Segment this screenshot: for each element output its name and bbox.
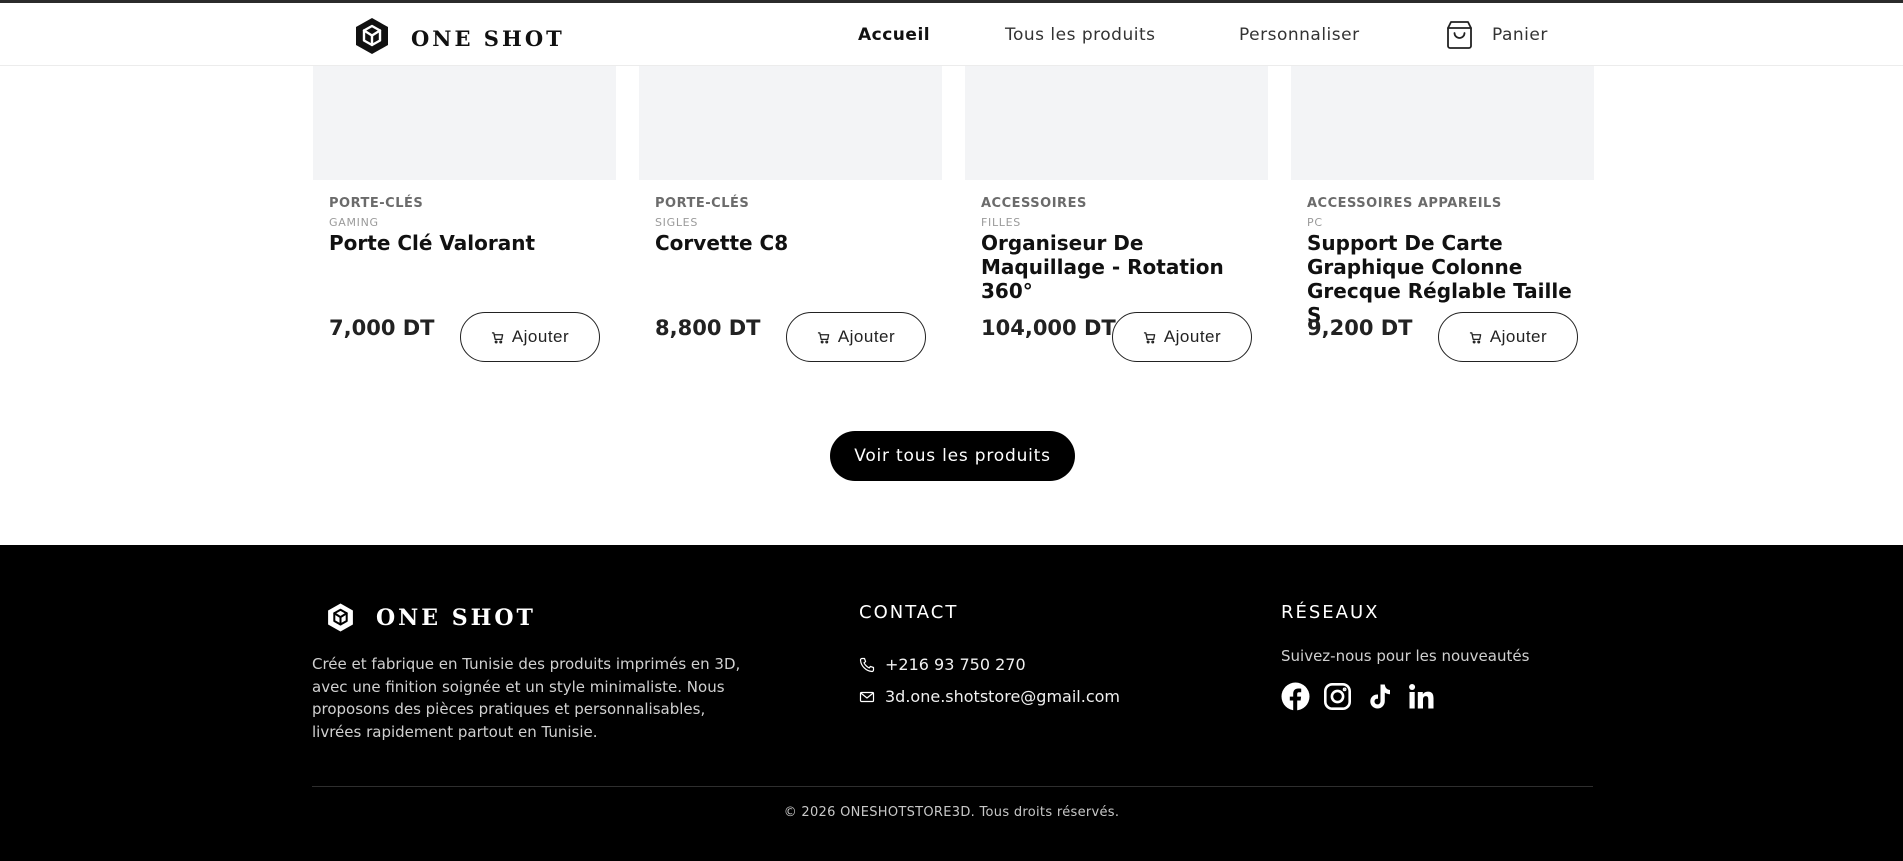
brand-name: ONE SHOT <box>411 25 565 51</box>
footer-contact-heading: CONTACT <box>859 602 959 623</box>
product-name[interactable]: Organiseur De Maquillage - Rotation 360° <box>981 231 1263 303</box>
product-price: 9,200 DT <box>1307 316 1413 340</box>
cart-icon <box>491 331 512 344</box>
product-card[interactable]: PORTE-CLÉS SIGLES Corvette C8 8,800 DT A… <box>639 66 942 386</box>
product-category: PORTE-CLÉS <box>655 196 750 211</box>
product-subcategory: GAMING <box>329 216 379 229</box>
product-image[interactable] <box>639 66 942 180</box>
cart-icon <box>817 331 838 344</box>
product-card[interactable]: ACCESSOIRES FILLES Organiseur De Maquill… <box>965 66 1268 386</box>
phone-icon <box>859 657 885 673</box>
add-to-cart-button[interactable]: Ajouter <box>786 312 926 362</box>
cart-icon <box>1143 331 1164 344</box>
cart-label: Panier <box>1492 24 1548 45</box>
add-to-cart-button[interactable]: Ajouter <box>1112 312 1252 362</box>
product-subcategory: SIGLES <box>655 216 699 229</box>
footer-divider <box>312 786 1593 787</box>
site-header: ONE SHOT Accueil Tous les produits Perso… <box>0 3 1903 66</box>
shopping-bag-icon <box>1443 18 1492 51</box>
social-links <box>1281 682 1449 711</box>
add-to-cart-label: Ajouter <box>511 327 570 346</box>
product-price: 7,000 DT <box>329 316 435 340</box>
cube-logo-icon <box>352 16 392 60</box>
product-subcategory: PC <box>1307 216 1323 229</box>
add-to-cart-button[interactable]: Ajouter <box>1438 312 1578 362</box>
footer-about-text: Crée et fabrique en Tunisie des produits… <box>312 655 741 741</box>
cube-logo-icon <box>325 602 356 633</box>
mail-icon <box>859 689 885 705</box>
product-category: ACCESSOIRES <box>981 196 1087 211</box>
product-price: 104,000 DT <box>981 316 1116 340</box>
site-footer: ONE SHOT Crée et fabrique en Tunisie des… <box>0 545 1903 861</box>
footer-social-tagline: Suivez-nous pour les nouveautés <box>1281 647 1530 665</box>
add-to-cart-label: Ajouter <box>837 327 896 346</box>
product-category: ACCESSOIRES APPAREILS <box>1307 196 1502 211</box>
product-category: PORTE-CLÉS <box>329 196 424 211</box>
brand-logo[interactable]: ONE SHOT <box>352 16 565 60</box>
product-image[interactable] <box>313 66 616 180</box>
facebook-icon[interactable] <box>1281 682 1310 711</box>
linkedin-icon[interactable] <box>1407 682 1436 711</box>
footer-phone-link[interactable]: +216 93 750 270 <box>859 655 1026 674</box>
product-subcategory: FILLES <box>981 216 1021 229</box>
product-card[interactable]: PORTE-CLÉS GAMING Porte Clé Valorant 7,0… <box>313 66 616 386</box>
footer-email: 3d.one.shotstore@gmail.com <box>885 687 1120 706</box>
product-name[interactable]: Porte Clé Valorant <box>329 231 611 255</box>
see-all-products-button[interactable]: Voir tous les produits <box>830 431 1075 481</box>
nav-all-products-link[interactable]: Tous les produits <box>1005 3 1156 66</box>
footer-social-heading: RÉSEAUX <box>1281 602 1380 623</box>
nav-cart-link[interactable]: Panier <box>1443 3 1548 66</box>
nav-customize-link[interactable]: Personnaliser <box>1239 3 1360 66</box>
copyright-text: © 2026 ONESHOTSTORE3D. Tous droits réser… <box>783 805 1120 820</box>
footer-phone: +216 93 750 270 <box>885 655 1026 674</box>
instagram-icon[interactable] <box>1323 682 1352 711</box>
product-card[interactable]: ACCESSOIRES APPAREILS PC Support De Cart… <box>1291 66 1594 386</box>
add-to-cart-button[interactable]: Ajouter <box>460 312 600 362</box>
add-to-cart-label: Ajouter <box>1163 327 1222 346</box>
tiktok-icon[interactable] <box>1365 682 1394 711</box>
cart-icon <box>1469 331 1490 344</box>
product-price: 8,800 DT <box>655 316 761 340</box>
footer-email-link[interactable]: 3d.one.shotstore@gmail.com <box>859 687 1120 706</box>
product-name[interactable]: Corvette C8 <box>655 231 937 255</box>
product-image[interactable] <box>965 66 1268 180</box>
product-image[interactable] <box>1291 66 1594 180</box>
footer-brand-name: ONE SHOT <box>376 604 536 631</box>
footer-brand-logo[interactable]: ONE SHOT <box>325 602 536 633</box>
add-to-cart-label: Ajouter <box>1489 327 1548 346</box>
nav-home-link[interactable]: Accueil <box>858 3 930 66</box>
